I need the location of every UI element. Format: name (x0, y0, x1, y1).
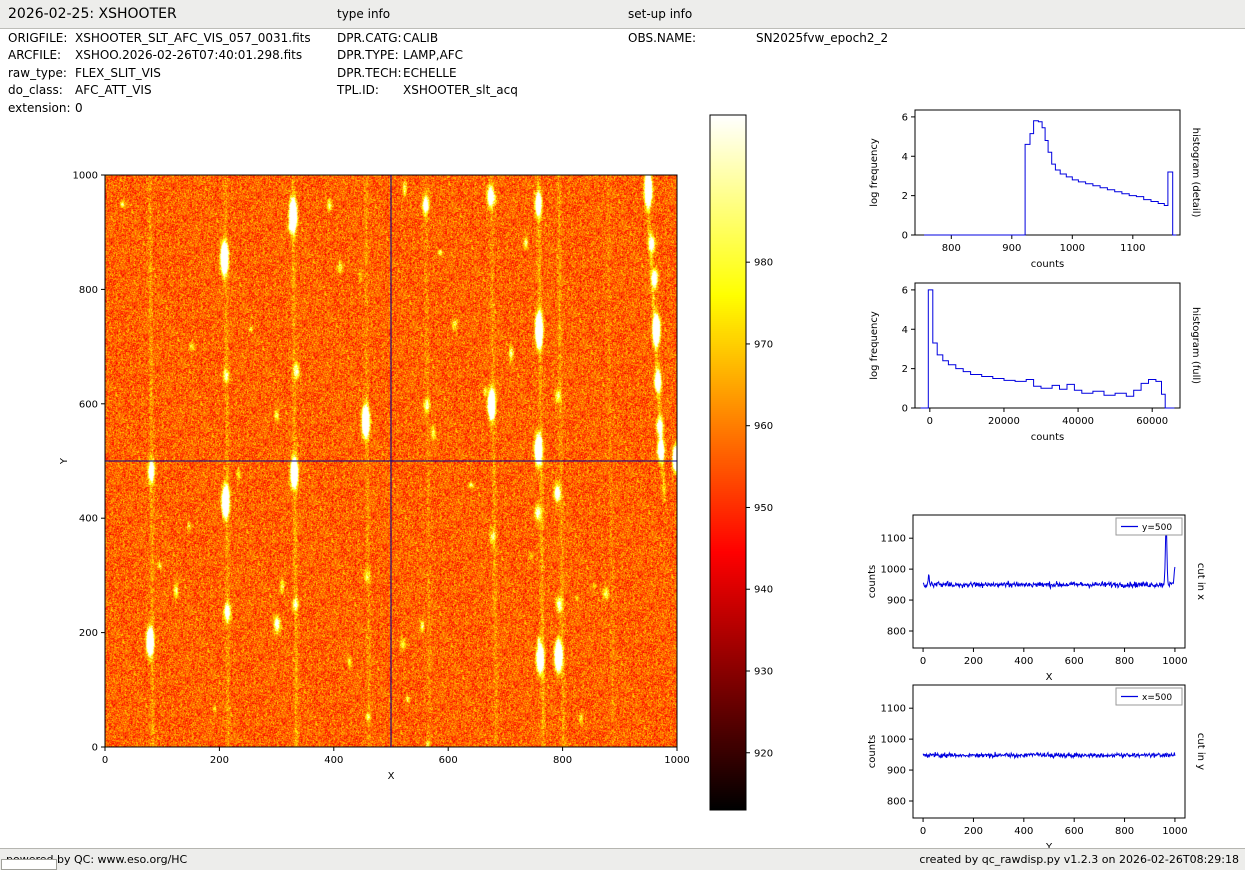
svg-text:log frequency: log frequency (869, 311, 880, 380)
svg-text:1000: 1000 (1162, 656, 1187, 667)
svg-text:900: 900 (887, 766, 906, 777)
svg-text:histogram (full): histogram (full) (1190, 307, 1201, 384)
svg-text:800: 800 (887, 626, 906, 637)
svg-text:counts: counts (867, 565, 878, 598)
svg-text:counts: counts (1031, 259, 1064, 270)
svg-text:cut in y: cut in y (1195, 733, 1206, 770)
svg-text:600: 600 (79, 399, 98, 410)
svg-text:930: 930 (754, 667, 773, 678)
cut-y-plot: 0200400600800100080090010001100Ycountscu… (867, 685, 1206, 853)
svg-text:1000: 1000 (1060, 243, 1085, 254)
svg-text:1100: 1100 (881, 534, 906, 545)
svg-text:800: 800 (553, 755, 572, 766)
hist_detail-line (924, 121, 1176, 235)
svg-text:cut in x: cut in x (1195, 563, 1206, 600)
svg-text:20000: 20000 (988, 416, 1020, 427)
detector-axes: 0 200 400 600 800 1000 0 200 400 600 800 1000 X Y (59, 171, 690, 783)
svg-text:0: 0 (902, 231, 908, 242)
svg-text:600: 600 (1065, 656, 1084, 667)
svg-text:60000: 60000 (1136, 416, 1168, 427)
svg-text:800: 800 (1115, 656, 1134, 667)
svg-text:0: 0 (927, 416, 933, 427)
svg-text:400: 400 (1014, 826, 1033, 837)
svg-text:1100: 1100 (881, 704, 906, 715)
svg-text:600: 600 (439, 755, 458, 766)
svg-text:800: 800 (1115, 826, 1134, 837)
svg-text:400: 400 (1014, 656, 1033, 667)
svg-text:920: 920 (754, 748, 773, 759)
colorbar-axes: 920 930 940 950 960 970 980 (710, 115, 773, 810)
hist_full-line (921, 290, 1175, 408)
footer-created-by: created by qc_rawdisp.py v1.2.3 on 2026-… (919, 849, 1239, 870)
svg-text:counts: counts (867, 735, 878, 768)
footer-white-box (1, 859, 57, 870)
svg-text:1100: 1100 (1120, 243, 1145, 254)
svg-text:2: 2 (902, 364, 908, 375)
svg-text:800: 800 (79, 285, 98, 296)
svg-text:200: 200 (964, 826, 983, 837)
svg-text:40000: 40000 (1062, 416, 1094, 427)
svg-text:4: 4 (902, 325, 908, 336)
svg-text:970: 970 (754, 339, 773, 350)
svg-text:0: 0 (92, 743, 98, 754)
svg-text:Y: Y (59, 457, 70, 465)
footer-bar: powered by QC: www.eso.org/HC created by… (0, 848, 1245, 870)
svg-text:y=500: y=500 (1142, 523, 1172, 533)
svg-text:200: 200 (79, 628, 98, 639)
svg-text:200: 200 (964, 656, 983, 667)
svg-text:400: 400 (79, 514, 98, 525)
svg-text:6: 6 (902, 285, 908, 296)
svg-text:log frequency: log frequency (869, 138, 880, 207)
svg-text:600: 600 (1065, 826, 1084, 837)
svg-text:900: 900 (887, 596, 906, 607)
cut-x-plot: 0 200 400 600 800 1000 800 900 1000 1100 Xcounts cu… (867, 515, 1206, 683)
svg-text:1000: 1000 (73, 171, 98, 182)
svg-text:1000: 1000 (881, 735, 906, 746)
hist-detail-plot: 800 900 1000 1100 0 2 4 6 counts log frequency his… (869, 110, 1201, 270)
svg-text:800: 800 (942, 243, 961, 254)
svg-text:X: X (388, 771, 395, 782)
svg-text:X: X (1046, 672, 1053, 683)
svg-text:980: 980 (754, 258, 773, 269)
svg-text:800: 800 (887, 796, 906, 807)
svg-text:x=500: x=500 (1142, 693, 1172, 703)
svg-text:4: 4 (902, 152, 908, 163)
svg-text:2: 2 (902, 191, 908, 202)
svg-text:950: 950 (754, 503, 773, 514)
svg-text:1000: 1000 (1162, 826, 1187, 837)
cut_y-line (923, 752, 1175, 758)
svg-text:6: 6 (902, 112, 908, 123)
svg-text:940: 940 (754, 585, 773, 596)
svg-text:0: 0 (920, 656, 926, 667)
svg-text:1000: 1000 (664, 755, 689, 766)
svg-text:400: 400 (324, 755, 343, 766)
svg-text:900: 900 (1002, 243, 1021, 254)
svg-text:histogram (detail): histogram (detail) (1190, 128, 1201, 218)
svg-text:960: 960 (754, 421, 773, 432)
svg-text:counts: counts (1031, 432, 1064, 443)
svg-text:0: 0 (920, 826, 926, 837)
svg-text:0: 0 (102, 755, 108, 766)
hist-full-plot: 0 20000 40000 60000 0 2 4 6 counts log frequency h… (869, 283, 1201, 443)
svg-text:0: 0 (902, 404, 908, 415)
qc-rawdisp-window: 2026-02-25: XSHOOTER type info set-up in… (0, 0, 1245, 870)
svg-text:1000: 1000 (881, 565, 906, 576)
svg-text:200: 200 (210, 755, 229, 766)
plots-overlay: 0200400600800100002004006008001000XY9209… (0, 0, 1245, 870)
